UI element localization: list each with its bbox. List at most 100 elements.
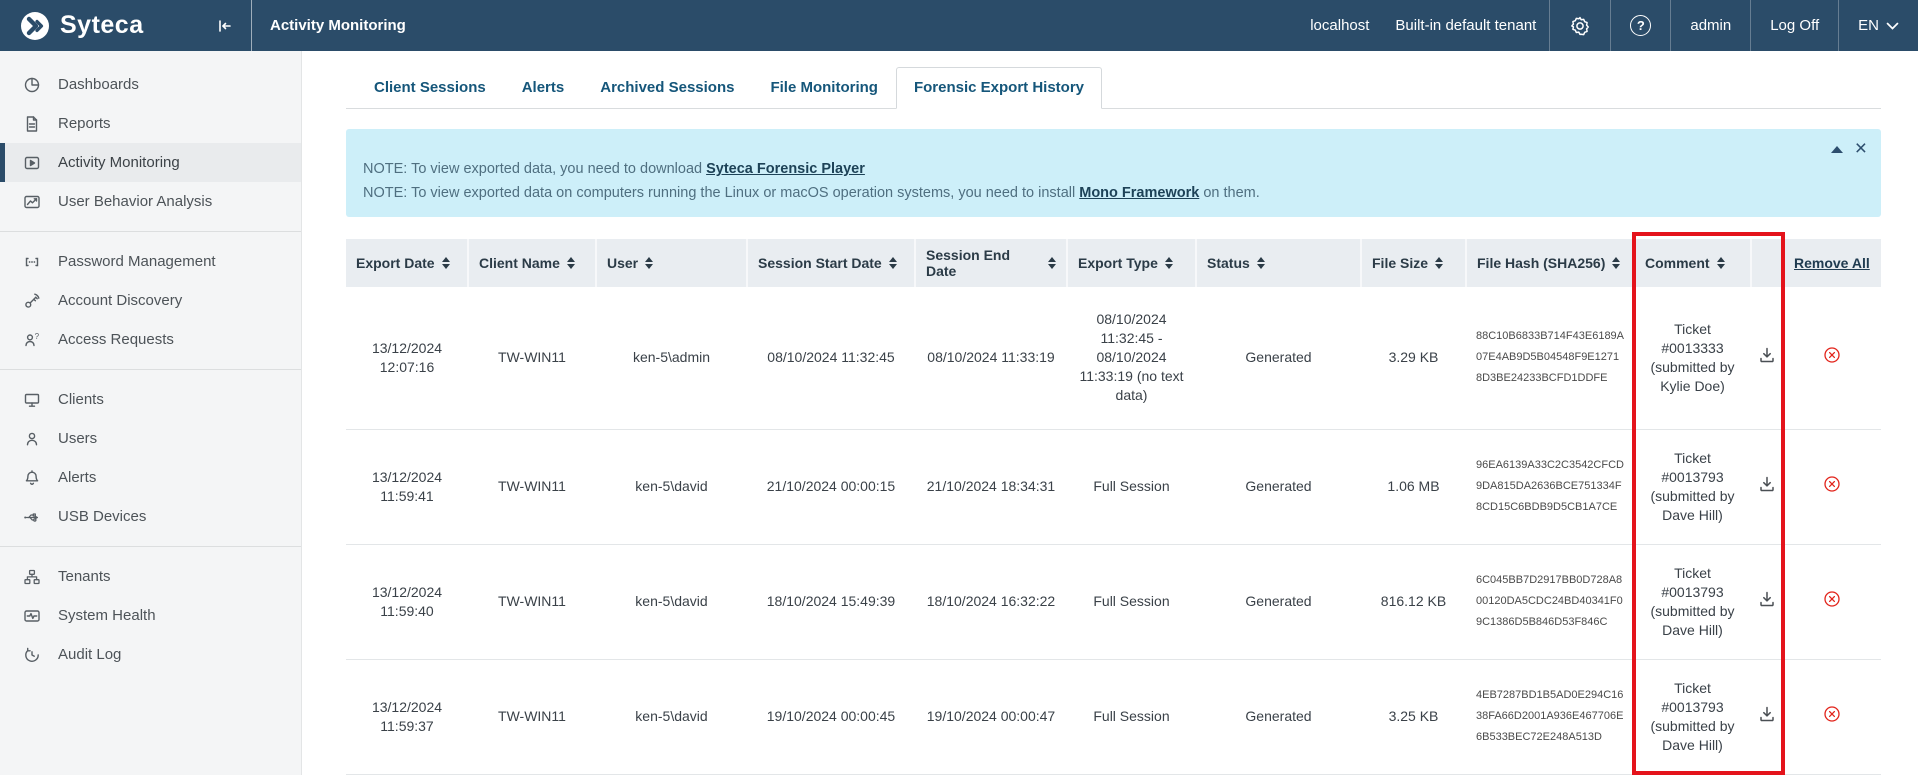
sidebar-item-reports[interactable]: Reports (0, 104, 301, 143)
file-hash-cell: 96EA6139A33C2C3542CFCD9DA815DA2636BCE751… (1466, 429, 1634, 544)
bell-icon (23, 469, 41, 487)
export-type-cell: 08/10/2024 11:32:45 - 08/10/2024 11:33:1… (1067, 287, 1196, 429)
file-size-cell: 816.12 KB (1361, 544, 1466, 659)
table-row: 13/12/2024 12:07:16 TW-WIN11 ken-5\admin… (346, 287, 1881, 429)
sidebar-item-system-health[interactable]: System Health (0, 596, 301, 635)
sort-icon[interactable] (567, 257, 575, 269)
column-header-file-size[interactable]: File Size (1361, 239, 1466, 287)
remove-circle-icon (1823, 475, 1841, 493)
sort-icon[interactable] (1612, 257, 1620, 269)
download-export-button[interactable] (1758, 346, 1776, 364)
sort-icon[interactable] (1048, 257, 1056, 269)
client-name-cell: TW-WIN11 (468, 429, 596, 544)
close-note-icon[interactable]: × (1855, 141, 1867, 157)
download-export-button[interactable] (1758, 590, 1776, 608)
page-title: Activity Monitoring (270, 0, 406, 51)
status-cell: Generated (1196, 544, 1361, 659)
comment-cell: Ticket #0013793 (submitted by Dave Hill) (1634, 659, 1751, 774)
language-selector[interactable]: EN (1838, 0, 1918, 51)
remove-export-button[interactable] (1823, 590, 1841, 608)
column-header-export-date[interactable]: Export Date (346, 239, 468, 287)
forensic-player-link[interactable]: Syteca Forensic Player (706, 161, 865, 177)
remove-export-button[interactable] (1823, 346, 1841, 364)
sidebar-item-password-management[interactable]: Password Management (0, 242, 301, 281)
sidebar-item-user-behavior-analysis[interactable]: User Behavior Analysis (0, 182, 301, 221)
note-text: NOTE: To view exported data, you need to… (363, 161, 706, 177)
sidebar-item-account-discovery[interactable]: Account Discovery (0, 281, 301, 320)
tab-client-sessions[interactable]: Client Sessions (356, 67, 504, 109)
sidebar-item-users[interactable]: Users (0, 419, 301, 458)
comment-cell: Ticket #0013793 (submitted by Dave Hill) (1634, 429, 1751, 544)
remove-export-button[interactable] (1823, 475, 1841, 493)
status-cell: Generated (1196, 287, 1361, 429)
sort-icon[interactable] (1165, 257, 1173, 269)
brand-name: Syteca (60, 11, 211, 40)
sidebar-item-label: Alerts (58, 469, 96, 486)
table-row: 13/12/2024 11:59:40 TW-WIN11 ken-5\david… (346, 544, 1881, 659)
column-header-client-name[interactable]: Client Name (468, 239, 596, 287)
sidebar-item-alerts[interactable]: Alerts (0, 458, 301, 497)
column-header-export-type[interactable]: Export Type (1067, 239, 1196, 287)
tenant-label: Built-in default tenant (1382, 0, 1549, 51)
sidebar-item-label: Password Management (58, 253, 216, 270)
sort-icon[interactable] (889, 257, 897, 269)
tenants-hierarchy-icon (23, 568, 41, 586)
tab-file-monitoring[interactable]: File Monitoring (752, 67, 895, 109)
note-text: on them. (1199, 185, 1259, 201)
collapse-note-icon[interactable] (1831, 146, 1843, 153)
column-header-user[interactable]: User (596, 239, 747, 287)
sort-icon[interactable] (1257, 257, 1265, 269)
table-row: 13/12/2024 11:59:37 TW-WIN11 ken-5\david… (346, 659, 1881, 774)
client-name-cell: TW-WIN11 (468, 287, 596, 429)
sidebar-item-label: Dashboards (58, 76, 139, 93)
session-start-cell: 21/10/2024 00:00:15 (747, 429, 915, 544)
logoff-button[interactable]: Log Off (1750, 0, 1838, 51)
session-start-cell: 08/10/2024 11:32:45 (747, 287, 915, 429)
sidebar-item-activity-monitoring[interactable]: Activity Monitoring (0, 143, 301, 182)
sidebar-item-dashboards[interactable]: Dashboards (0, 65, 301, 104)
column-header-status[interactable]: Status (1196, 239, 1361, 287)
sidebar-item-access-requests[interactable]: ? Access Requests (0, 320, 301, 359)
sidebar-item-label: Account Discovery (58, 292, 182, 309)
sidebar-item-usb-devices[interactable]: USB Devices (0, 497, 301, 536)
sidebar-item-label: Access Requests (58, 331, 174, 348)
tab-archived-sessions[interactable]: Archived Sessions (582, 67, 752, 109)
sidebar-item-audit-log[interactable]: Audit Log (0, 635, 301, 674)
user-menu[interactable]: admin (1670, 0, 1750, 51)
client-name-cell: TW-WIN11 (468, 544, 596, 659)
mono-framework-link[interactable]: Mono Framework (1079, 185, 1199, 201)
download-export-button[interactable] (1758, 475, 1776, 493)
help-button[interactable]: ? (1610, 0, 1670, 51)
sidebar-item-label: User Behavior Analysis (58, 193, 212, 210)
column-header-session-start-date[interactable]: Session Start Date (747, 239, 915, 287)
column-header-file-hash[interactable]: File Hash (SHA256) (1466, 239, 1634, 287)
settings-button[interactable] (1549, 0, 1610, 51)
comment-cell: Ticket #0013793 (submitted by Dave Hill) (1634, 544, 1751, 659)
svg-text:?: ? (35, 332, 40, 341)
download-export-button[interactable] (1758, 705, 1776, 723)
column-header-session-end-date[interactable]: Session End Date (915, 239, 1067, 287)
sort-icon[interactable] (645, 257, 653, 269)
sidebar-item-label: Reports (58, 115, 111, 132)
main-content: Client Sessions Alerts Archived Sessions… (302, 51, 1918, 775)
sort-icon[interactable] (442, 257, 450, 269)
session-start-cell: 19/10/2024 00:00:45 (747, 659, 915, 774)
download-icon (1758, 590, 1776, 608)
host-label: localhost (1297, 0, 1382, 51)
behavior-chart-icon (23, 193, 41, 211)
sidebar-item-tenants[interactable]: Tenants (0, 557, 301, 596)
sidebar-collapse-icon[interactable] (211, 13, 237, 39)
note-line-2: NOTE: To view exported data on computers… (363, 181, 1841, 205)
sort-icon[interactable] (1717, 257, 1725, 269)
tab-alerts[interactable]: Alerts (504, 67, 583, 109)
remove-all-link[interactable]: Remove All (1794, 255, 1870, 271)
sidebar-item-label: Activity Monitoring (58, 154, 180, 171)
sidebar-item-clients[interactable]: Clients (0, 380, 301, 419)
column-header-comment[interactable]: Comment (1634, 239, 1751, 287)
remove-export-button[interactable] (1823, 705, 1841, 723)
user-cell: ken-5\admin (596, 287, 747, 429)
sort-icon[interactable] (1435, 257, 1443, 269)
table-header-row: Export Date Client Name User Session Sta… (346, 239, 1881, 287)
export-date-cell: 13/12/2024 12:07:16 (346, 287, 468, 429)
tab-forensic-export-history[interactable]: Forensic Export History (896, 67, 1102, 109)
